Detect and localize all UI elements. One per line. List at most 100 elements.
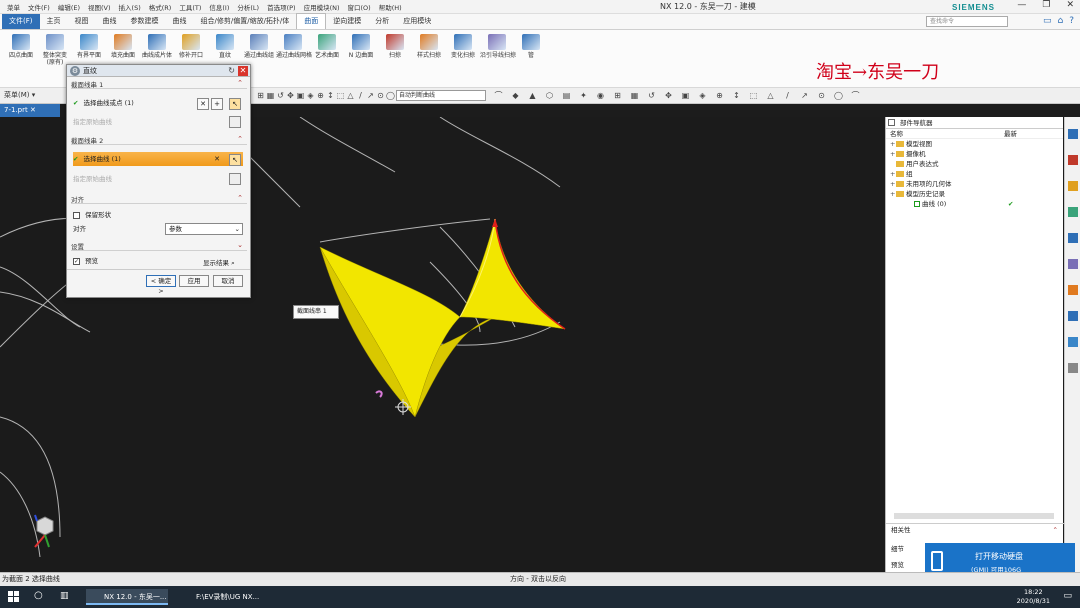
preview-checkbox[interactable]: ✓ [73, 257, 80, 265]
ribbon-tool-button[interactable]: 管 [514, 34, 548, 59]
dialog-title-bar[interactable]: ⚙ 直纹 ↻ ✕ [67, 65, 250, 77]
toolbar-tool-icon[interactable]: ◯ [834, 91, 843, 100]
origin-curve-icon[interactable] [229, 116, 241, 128]
section-header[interactable]: 截面线串 1 ⌃ [71, 79, 247, 89]
section-header[interactable]: 对齐 ⌃ [71, 194, 247, 204]
resource-bar-icon[interactable] [1068, 181, 1078, 191]
toolbar-tool-icon[interactable]: ↺ [276, 91, 285, 100]
related-panel-header[interactable]: 相关性 ⌃ [886, 523, 1064, 535]
resource-bar-icon[interactable] [1068, 233, 1078, 243]
resource-bar-icon[interactable] [1068, 285, 1078, 295]
ribbon-tool-button[interactable]: 通过曲线组 [242, 34, 276, 59]
toolbar-tool-icon[interactable]: ◈ [698, 91, 707, 100]
navigator-tree-item[interactable]: 用户表达式 [890, 159, 1063, 169]
toolbar-tool-icon[interactable]: ▲ [528, 91, 537, 100]
tab-curve2[interactable]: 曲线 [166, 14, 194, 29]
task-view-icon[interactable]: ▥ [60, 591, 69, 601]
maximize-button[interactable]: ❐ [1042, 0, 1050, 10]
show-result-button[interactable]: 显示结果 ⌕ [203, 257, 235, 268]
toolbar-tool-icon[interactable]: ◯ [386, 91, 395, 100]
window-icon[interactable]: ▭ [1043, 16, 1052, 26]
origin-curve-icon[interactable] [229, 173, 241, 185]
tab-file[interactable]: 文件(F) [2, 14, 40, 29]
preview-panel-label[interactable]: 预览 [891, 559, 904, 569]
toolbar-tool-icon[interactable]: ▣ [681, 91, 690, 100]
menu-item[interactable]: 编辑(E) [55, 2, 83, 12]
toolbar-tool-icon[interactable]: / [783, 91, 792, 100]
cancel-button[interactable]: 取消 [213, 275, 243, 287]
resource-bar-icon[interactable] [1068, 207, 1078, 217]
toolbar-tool-icon[interactable]: ↗ [800, 91, 809, 100]
tab-home[interactable]: 主页 [40, 14, 68, 29]
notification-center-icon[interactable]: ▭ [1063, 591, 1072, 601]
keep-shape-checkbox[interactable] [73, 211, 80, 219]
ribbon-tool-button[interactable]: 扫掠 [378, 34, 412, 59]
ribbon-tool-button[interactable]: 沿引导线扫掠 [480, 34, 516, 59]
ribbon-tool-button[interactable]: 整体突变 (原有) [38, 34, 72, 66]
resource-bar-icon[interactable] [1068, 259, 1078, 269]
toolbar-tool-icon[interactable]: ▦ [266, 91, 275, 100]
ribbon-tool-button[interactable]: 变化扫掠 [446, 34, 480, 59]
navigator-tree-item[interactable]: + 模型视图 [890, 139, 1063, 149]
tab-reverse[interactable]: 逆向建模 [326, 14, 368, 29]
toolbar-tool-icon[interactable]: ✥ [664, 91, 673, 100]
toolbar-tool-icon[interactable]: ↕ [732, 91, 741, 100]
chevron-up-icon[interactable]: ⌃ [237, 135, 243, 143]
menu-item[interactable]: 菜单 [4, 2, 23, 12]
ribbon-tool-button[interactable]: 填充曲面 [106, 34, 140, 59]
toolbar-tool-icon[interactable]: ⬚ [336, 91, 345, 100]
ribbon-tool-button[interactable]: 曲线成片体 [140, 34, 174, 59]
resource-bar-icon[interactable] [1068, 337, 1078, 347]
navigator-tree-item[interactable]: 曲线 (0) ✔ [890, 199, 1063, 209]
section-header[interactable]: 截面线串 2 ⌃ [71, 135, 247, 145]
menu-item[interactable]: 信息(I) [206, 2, 232, 12]
resource-bar-icon[interactable] [1068, 155, 1078, 165]
curve-rule-select[interactable]: 自动判断曲线 [396, 90, 486, 101]
toolbar-tool-icon[interactable]: ▤ [562, 91, 571, 100]
align-select[interactable]: 参数 ⌄ [165, 223, 243, 235]
resource-bar-icon[interactable] [1068, 363, 1078, 373]
menu-button[interactable]: 菜单(M) ▾ [4, 90, 35, 100]
chevron-up-icon[interactable]: ⌃ [1053, 524, 1058, 536]
system-clock[interactable]: 18:22 2020/8/31 [1017, 588, 1050, 606]
tab-combine[interactable]: 组合/修剪/偏置/缩放/拓扑/体 [194, 14, 297, 29]
tab-curve[interactable]: 曲线 [96, 14, 124, 29]
column-name[interactable]: 名称 [890, 130, 903, 138]
taskbar-nx[interactable]: NX 12.0 - 东吴一... [86, 589, 168, 605]
taskbar-explorer[interactable]: F:\EV录制\UG NX... [178, 589, 260, 605]
menu-item[interactable]: 分析(L) [234, 2, 262, 12]
menu-item[interactable]: 窗口(O) [345, 2, 374, 12]
menu-item[interactable]: 插入(S) [116, 2, 144, 12]
ribbon-tool-button[interactable]: 直纹 [208, 34, 242, 59]
toolbar-tool-icon[interactable]: ⬚ [749, 91, 758, 100]
navigator-pin-checkbox[interactable] [888, 119, 895, 126]
minimize-button[interactable]: — [1017, 0, 1026, 10]
toolbar-tool-icon[interactable]: / [356, 91, 365, 100]
home-icon[interactable]: ⌂ [1058, 16, 1064, 26]
navigator-tree-item[interactable]: + 模型历史记录 [890, 189, 1063, 199]
toolbar-tool-icon[interactable]: ⌒ [494, 91, 503, 100]
toolbar-tool-icon[interactable]: △ [346, 91, 355, 100]
ribbon-tool-button[interactable]: 样式扫掠 [412, 34, 446, 59]
toolbar-tool-icon[interactable]: ⊞ [256, 91, 265, 100]
horizontal-scrollbar[interactable] [894, 513, 1054, 519]
toolbar-tool-icon[interactable]: ⬡ [545, 91, 554, 100]
toolbar-tool-icon[interactable]: ◉ [596, 91, 605, 100]
help-icon[interactable]: ? [1069, 16, 1074, 26]
keep-shape-row[interactable]: 保留形状 [73, 208, 243, 222]
toolbar-tool-icon[interactable]: ⊙ [817, 91, 826, 100]
navigator-tree-item[interactable]: + 组 [890, 169, 1063, 179]
toolbar-tool-icon[interactable]: ▣ [296, 91, 305, 100]
toolbar-tool-icon[interactable]: △ [766, 91, 775, 100]
ok-button[interactable]: < 确定 > [146, 275, 176, 295]
reset-icon[interactable]: ↻ [228, 65, 235, 77]
tab-surface[interactable]: 曲面 [296, 13, 327, 29]
clear-selection-icon[interactable]: ✕ [197, 98, 209, 110]
select-curve-icon[interactable]: ↖ [229, 98, 241, 110]
tab-apps[interactable]: 应用模块 [396, 14, 438, 29]
navigator-tree-item[interactable]: + 摄像机 [890, 149, 1063, 159]
toolbar-tool-icon[interactable]: ✥ [286, 91, 295, 100]
chevron-up-icon[interactable]: ⌃ [237, 194, 243, 202]
ribbon-tool-button[interactable]: N 边曲面 [344, 34, 378, 59]
command-search-input[interactable]: 查找命令 [926, 16, 1008, 27]
